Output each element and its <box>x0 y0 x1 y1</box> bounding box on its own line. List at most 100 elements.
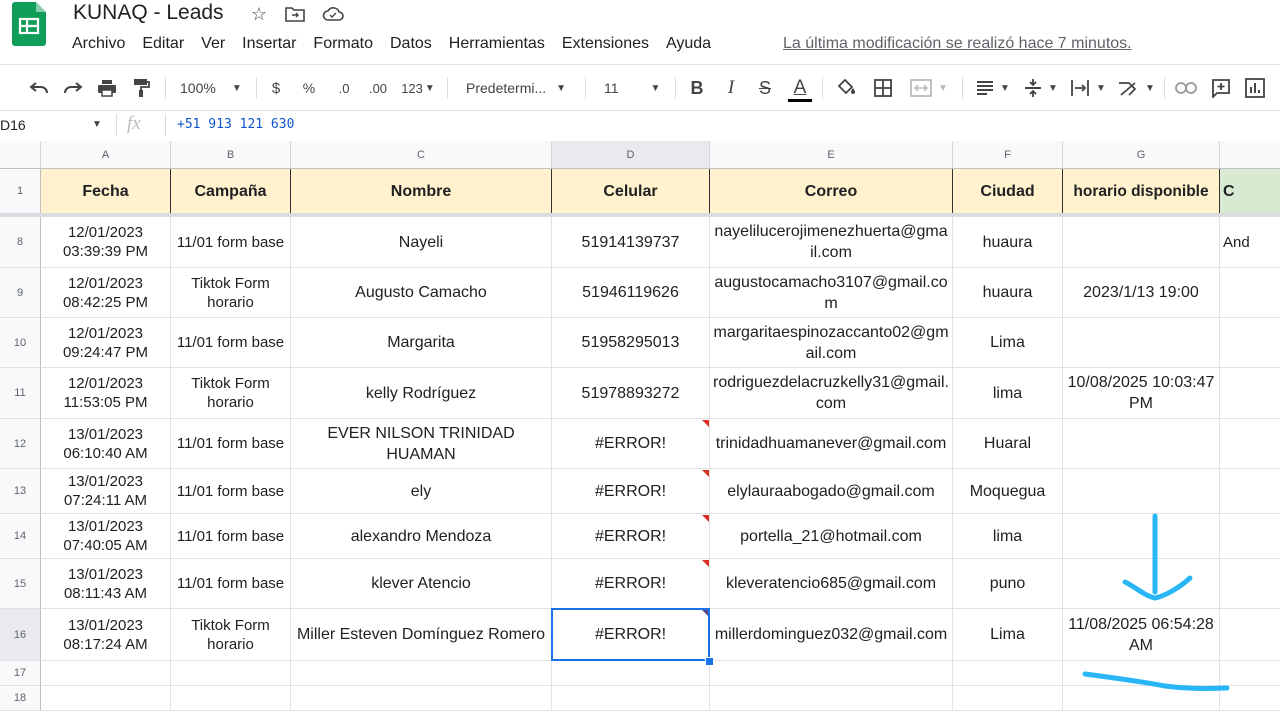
table-cell[interactable]: klever Atencio <box>291 559 552 609</box>
cloud-status-icon[interactable] <box>322 3 344 25</box>
table-cell[interactable] <box>171 661 291 686</box>
row-header[interactable]: 18 <box>0 686 41 711</box>
table-cell[interactable] <box>291 661 552 686</box>
row-header[interactable]: 9 <box>0 268 41 318</box>
menu-extensiones[interactable]: Extensiones <box>562 35 649 53</box>
table-cell[interactable]: #ERROR! <box>552 514 710 559</box>
table-cell[interactable]: And <box>1220 217 1280 268</box>
table-cell[interactable]: ely <box>291 469 552 514</box>
column-header-d[interactable]: D <box>552 141 710 169</box>
table-cell[interactable] <box>1220 469 1280 514</box>
table-cell[interactable]: #ERROR! <box>552 419 710 469</box>
zoom-select[interactable]: 100% ▼ <box>180 77 246 99</box>
table-cell[interactable]: 11/01 form base <box>171 217 291 268</box>
fill-color-icon[interactable] <box>836 77 858 99</box>
font-size-select[interactable]: 11 ▼ <box>604 77 666 99</box>
header-cell[interactable]: horario disponible <box>1063 169 1220 214</box>
bold-button[interactable]: B <box>688 77 706 99</box>
table-cell[interactable] <box>1063 419 1220 469</box>
row-header[interactable]: 14 <box>0 514 41 559</box>
row-header[interactable]: 17 <box>0 661 41 686</box>
table-cell[interactable] <box>41 686 171 711</box>
table-cell[interactable]: Tiktok Form horario <box>171 268 291 318</box>
undo-icon[interactable] <box>28 77 50 99</box>
table-cell[interactable]: 12/01/2023 11:53:05 PM <box>41 368 171 419</box>
table-cell[interactable]: augustocamacho3107@gmail.com <box>710 268 953 318</box>
table-cell[interactable]: 13/01/2023 07:40:05 AM <box>41 514 171 559</box>
row-header[interactable]: 8 <box>0 217 41 268</box>
table-cell[interactable]: 51978893272 <box>552 368 710 419</box>
header-cell[interactable]: Nombre <box>291 169 552 214</box>
table-cell[interactable] <box>710 686 953 711</box>
table-cell[interactable]: EVER NILSON TRINIDAD HUAMAN <box>291 419 552 469</box>
insert-link-icon[interactable] <box>1174 77 1198 99</box>
borders-icon[interactable] <box>872 77 894 99</box>
insert-comment-icon[interactable] <box>1210 77 1232 99</box>
table-cell[interactable]: Augusto Camacho <box>291 268 552 318</box>
increase-decimal-button[interactable]: .00 <box>364 77 392 99</box>
row-header[interactable]: 16 <box>0 609 41 661</box>
last-modified-link[interactable]: La última modificación se realizó hace 7… <box>783 35 1132 53</box>
table-cell[interactable]: 11/01 form base <box>171 559 291 609</box>
table-cell[interactable]: Margarita <box>291 318 552 368</box>
formula-input[interactable]: +51 913 121 630 <box>177 117 294 132</box>
redo-icon[interactable] <box>62 77 84 99</box>
column-header-g[interactable]: G <box>1063 141 1220 169</box>
error-marker-icon[interactable] <box>702 420 709 427</box>
table-cell[interactable] <box>171 686 291 711</box>
menu-formato[interactable]: Formato <box>313 35 373 53</box>
table-cell[interactable] <box>1063 318 1220 368</box>
menu-insertar[interactable]: Insertar <box>242 35 296 53</box>
table-cell[interactable] <box>1220 268 1280 318</box>
star-icon[interactable]: ☆ <box>248 3 270 25</box>
table-cell[interactable]: margaritaespinozaccanto02@gmail.com <box>710 318 953 368</box>
percent-format-button[interactable]: % <box>300 77 318 99</box>
table-cell[interactable] <box>1220 419 1280 469</box>
menu-datos[interactable]: Datos <box>390 35 432 53</box>
table-cell[interactable]: 51958295013 <box>552 318 710 368</box>
table-cell[interactable]: 10/08/2025 10:03:47 PM <box>1063 368 1220 419</box>
row-header[interactable]: 11 <box>0 368 41 419</box>
fill-handle[interactable] <box>705 657 714 666</box>
paint-format-icon[interactable] <box>130 77 152 99</box>
text-wrapping-icon[interactable]: ▼ <box>1068 77 1108 99</box>
error-marker-icon[interactable] <box>702 560 709 567</box>
text-color-button[interactable]: A <box>788 77 812 99</box>
print-icon[interactable] <box>96 77 118 99</box>
table-cell[interactable]: nayelilucerojimenezhuerta@gmail.com <box>710 217 953 268</box>
error-marker-icon[interactable] <box>702 515 709 522</box>
table-cell[interactable]: Moquegua <box>953 469 1063 514</box>
chevron-down-icon[interactable]: ▼ <box>92 119 102 130</box>
row-header[interactable]: 13 <box>0 469 41 514</box>
document-title[interactable]: KUNAQ - Leads <box>73 1 224 25</box>
table-cell[interactable]: elylauraabogado@gmail.com <box>710 469 953 514</box>
row-header[interactable]: 15 <box>0 559 41 609</box>
font-select[interactable]: Predetermi... ▼ <box>466 77 576 99</box>
table-cell[interactable]: Nayeli <box>291 217 552 268</box>
insert-chart-icon[interactable] <box>1244 77 1266 99</box>
name-box[interactable]: D16 <box>0 117 26 133</box>
row-header[interactable]: 12 <box>0 419 41 469</box>
table-cell[interactable]: 13/01/2023 06:10:40 AM <box>41 419 171 469</box>
header-cell[interactable]: Ciudad <box>953 169 1063 214</box>
table-cell[interactable]: 11/01 form base <box>171 469 291 514</box>
table-cell[interactable]: Miller Esteven Domínguez Romero <box>291 609 552 661</box>
sheets-logo-icon[interactable] <box>12 2 46 46</box>
table-cell[interactable]: portella_21@hotmail.com <box>710 514 953 559</box>
move-folder-icon[interactable] <box>284 3 306 25</box>
table-cell[interactable]: 13/01/2023 08:17:24 AM <box>41 609 171 661</box>
table-cell[interactable]: 11/01 form base <box>171 318 291 368</box>
table-cell[interactable]: 12/01/2023 03:39:39 PM <box>41 217 171 268</box>
table-cell[interactable]: #ERROR! <box>552 559 710 609</box>
column-header-f[interactable]: F <box>953 141 1063 169</box>
table-cell[interactable]: rodriguezdelacruzkelly31@gmail.com <box>710 368 953 419</box>
table-cell[interactable] <box>1220 318 1280 368</box>
column-header-e[interactable]: E <box>710 141 953 169</box>
table-cell[interactable]: kleveratencio685@gmail.com <box>710 559 953 609</box>
row-header[interactable]: 1 <box>0 169 41 214</box>
table-cell[interactable] <box>1220 368 1280 419</box>
header-cell[interactable]: Campaña <box>171 169 291 214</box>
table-cell[interactable]: Lima <box>953 609 1063 661</box>
table-cell[interactable]: 51914139737 <box>552 217 710 268</box>
table-cell[interactable]: Tiktok Form horario <box>171 609 291 661</box>
